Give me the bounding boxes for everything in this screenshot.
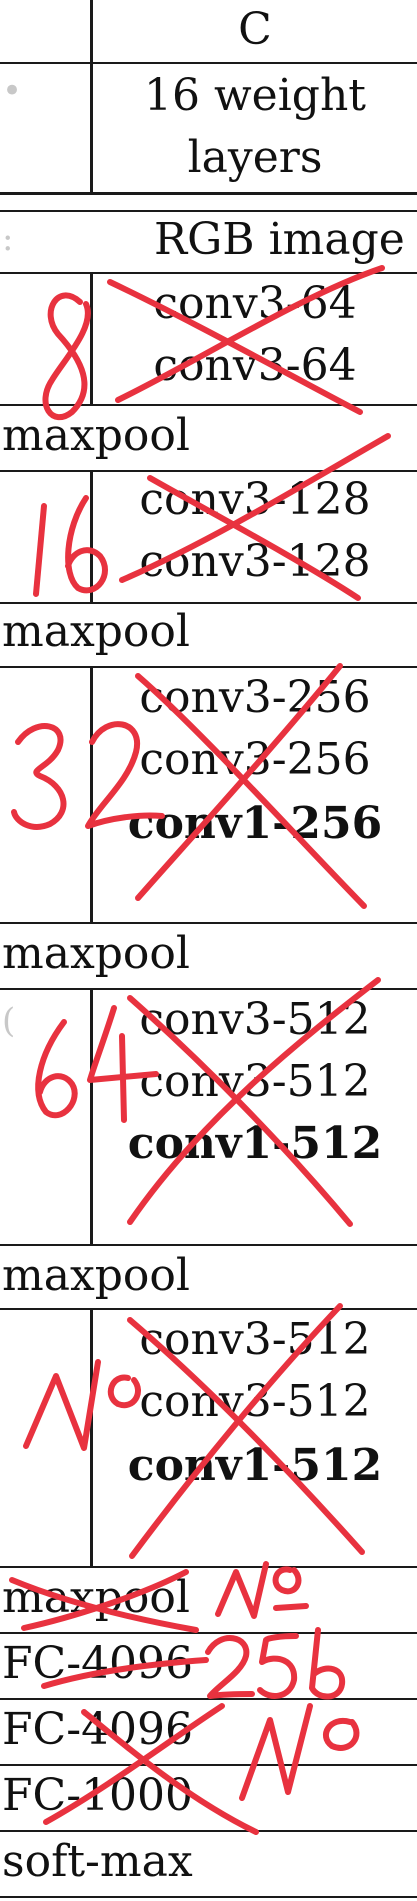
- block-3-layer-2: conv3-256: [139, 734, 371, 785]
- weight-layers-line-1: 16 weight: [144, 70, 366, 121]
- note-block-3: 32: [40, 780, 41, 781]
- block-4-layer-1: conv3-512: [139, 994, 371, 1045]
- maxpool-row-4: maxpool: [2, 1250, 190, 1301]
- table-rule: [0, 62, 417, 64]
- fc-row-1: FC-4096: [2, 1638, 194, 1689]
- table-rule: [0, 1308, 417, 1310]
- fc-row-2: FC-4096: [2, 1704, 194, 1755]
- cropped-column-remnant: :: [2, 219, 14, 259]
- block-5-layer-1: conv3-512: [139, 1314, 371, 1365]
- block-3-layer-3: conv1-256: [127, 798, 383, 849]
- block-1-layer-2: conv3-64: [153, 340, 357, 391]
- note-maxpool-last: No: [240, 1590, 241, 1591]
- block-2-layer-1: conv3-128: [139, 474, 371, 525]
- maxpool-row-3: maxpool: [2, 928, 190, 979]
- cropped-column-remnant: •: [2, 71, 23, 111]
- table-rule: [0, 210, 417, 212]
- block-2-layer-2: conv3-128: [139, 536, 371, 587]
- table-rule: [0, 1566, 417, 1568]
- maxpool-row-2: maxpool: [2, 606, 190, 657]
- maxpool-row-5: maxpool: [2, 1572, 190, 1623]
- handwritten-256-icon: [205, 1627, 346, 1700]
- note-block-5: No: [40, 1400, 41, 1401]
- column-letter: C: [238, 4, 272, 55]
- block-5-layer-2: conv3-512: [139, 1376, 371, 1427]
- note-block-2: 16: [40, 560, 41, 561]
- table-rule: [0, 1244, 417, 1246]
- handwritten-no-fc-icon: [239, 1703, 360, 1801]
- block-3-layer-1: conv3-256: [139, 672, 371, 723]
- table-rule: [0, 922, 417, 924]
- handwritten-8-icon: [42, 292, 91, 421]
- table-rule: [0, 602, 417, 604]
- table-rule: [0, 192, 417, 195]
- note-block-1: 8: [40, 360, 41, 361]
- vgg-config-table-page: • : ( C 16 weight layers RGB image conv3…: [0, 0, 417, 1901]
- note-block-4: 64: [40, 1080, 41, 1081]
- handwritten-no-maxpool-icon: [215, 1561, 309, 1619]
- table-rule: [0, 404, 417, 406]
- table-rule: [0, 470, 417, 472]
- block-1-layer-1: conv3-64: [153, 278, 357, 329]
- note-fc-2: No: [280, 1760, 281, 1761]
- table-rule: [0, 988, 417, 990]
- table-rule: [0, 1830, 417, 1832]
- maxpool-row-1: maxpool: [2, 410, 190, 461]
- table-rule: [0, 1764, 417, 1766]
- table-rule: [0, 1896, 417, 1898]
- note-fc-1: 256: [260, 1660, 262, 1661]
- cropped-column-remnant: (: [2, 1001, 16, 1041]
- softmax-row: soft-max: [2, 1836, 193, 1887]
- block-4-layer-2: conv3-512: [139, 1056, 371, 1107]
- table-rule: [0, 666, 417, 668]
- input-row-label: RGB image: [154, 214, 405, 265]
- table-rule: [0, 1698, 417, 1700]
- weight-layers-line-2: layers: [187, 132, 323, 183]
- fc-row-3: FC-1000: [2, 1770, 194, 1821]
- block-5-layer-3: conv1-512: [127, 1440, 383, 1491]
- table-rule: [0, 272, 417, 274]
- block-4-layer-3: conv1-512: [127, 1118, 383, 1169]
- table-rule: [0, 1632, 417, 1634]
